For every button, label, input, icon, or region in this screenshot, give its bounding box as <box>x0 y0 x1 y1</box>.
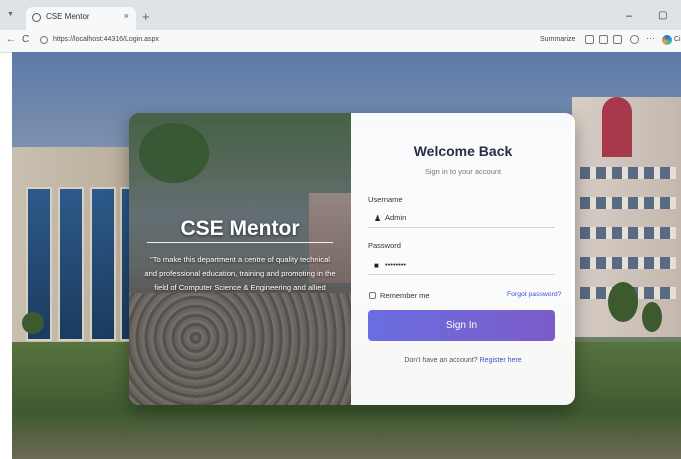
maximize-button[interactable]: ▢ <box>658 10 667 21</box>
lock-icon: ■ <box>374 261 379 270</box>
summarize-button[interactable]: Summarize <box>540 36 575 43</box>
username-input[interactable] <box>385 213 545 222</box>
address-bar: ← C https://localhost:44316/Login.aspx S… <box>0 30 681 53</box>
browser-tab[interactable]: CSE Mentor × <box>26 7 136 30</box>
extensions-icon[interactable] <box>613 35 622 44</box>
profile-text: Ci <box>674 36 681 43</box>
login-form-panel: Welcome Back Sign in to your account Use… <box>351 113 575 405</box>
user-icon: ♟ <box>374 214 382 223</box>
url-field[interactable]: https://localhost:44316/Login.aspx <box>53 36 159 43</box>
browser-tab-bar: ▼ CSE Mentor × + – ▢ <box>0 0 681 30</box>
tab-close-icon[interactable]: × <box>124 11 129 21</box>
profile-avatar-icon[interactable] <box>630 35 639 44</box>
form-title: Welcome Back <box>413 143 513 159</box>
brand-title: CSE Mentor <box>180 217 300 240</box>
back-button[interactable]: ← <box>6 34 16 45</box>
reload-button[interactable]: C <box>22 34 29 45</box>
favicon-icon <box>32 13 41 22</box>
forgot-password-link[interactable]: Forgot password? <box>507 291 561 298</box>
register-prompt: Don't have an account? Register here <box>351 357 575 364</box>
brand-panel: CSE Mentor "To make this department a ce… <box>129 113 351 405</box>
password-input[interactable]: •••••••• <box>385 260 545 269</box>
copilot-icon[interactable] <box>662 35 672 45</box>
form-subtitle: Sign in to your account <box>424 167 502 176</box>
site-info-icon[interactable] <box>40 36 48 44</box>
minimize-button[interactable]: – <box>626 10 632 22</box>
password-label: Password <box>368 241 401 250</box>
remember-label[interactable]: Remember me <box>380 291 430 300</box>
tab-title: CSE Mentor <box>46 12 90 21</box>
sign-in-button[interactable]: Sign In <box>368 310 555 341</box>
favorite-star-icon[interactable] <box>599 35 608 44</box>
more-menu-icon[interactable]: ··· <box>646 33 655 43</box>
brand-divider <box>147 242 333 243</box>
password-field[interactable]: ■ •••••••• <box>368 256 555 275</box>
remember-checkbox[interactable] <box>369 292 376 299</box>
username-label: Username <box>368 195 403 204</box>
username-field[interactable]: ♟ <box>368 209 555 228</box>
register-prompt-text: Don't have an account? <box>404 357 478 364</box>
read-aloud-icon[interactable] <box>585 35 594 44</box>
brand-tagline: "To make this department a centre of qua… <box>144 255 336 292</box>
tab-actions-chevron-icon[interactable]: ▼ <box>7 11 14 18</box>
new-tab-button[interactable]: + <box>142 9 150 24</box>
login-card: CSE Mentor "To make this department a ce… <box>129 113 575 405</box>
register-link[interactable]: Register here <box>480 357 522 364</box>
